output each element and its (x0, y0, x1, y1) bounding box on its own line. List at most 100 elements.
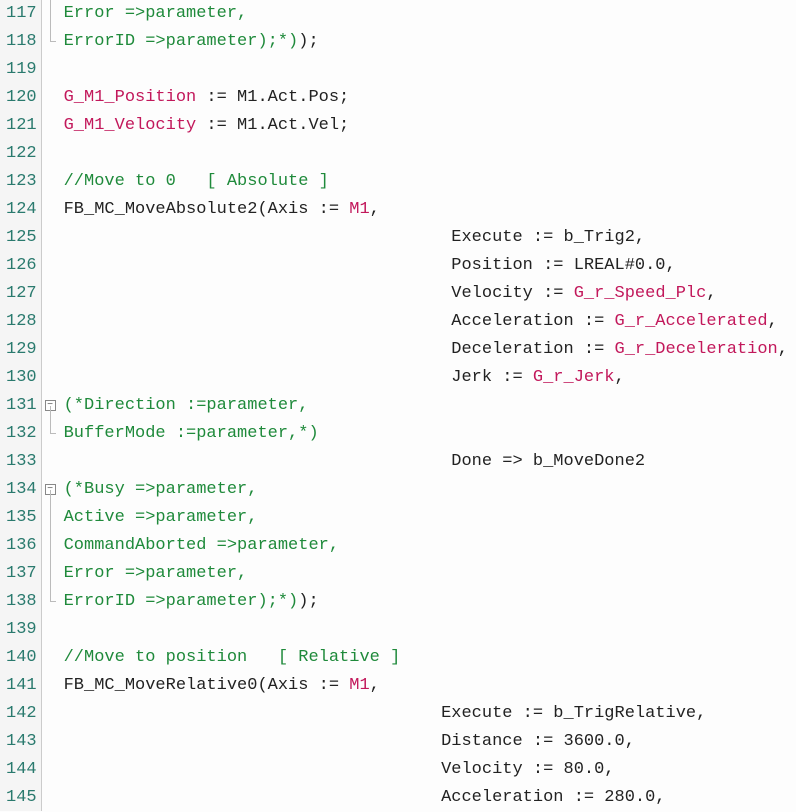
fold-cell (42, 140, 60, 168)
line-number: 126 (0, 252, 41, 280)
token-text: , (615, 368, 625, 387)
token-comment: Error =>parameter, (64, 4, 248, 23)
token-identifier: G_M1_Position (64, 88, 197, 107)
token-text: Done => b_MoveDone2 (64, 452, 646, 471)
fold-cell (42, 224, 60, 252)
code-line[interactable]: //Move to 0 [ Absolute ] (64, 168, 796, 196)
code-line[interactable]: (*Busy =>parameter, (64, 476, 796, 504)
token-text: Velocity := 80.0, (64, 760, 615, 779)
token-identifier: G_M1_Velocity (64, 116, 197, 135)
line-number: 117 (0, 0, 41, 28)
fold-cell (42, 28, 60, 56)
token-text: Position := LREAL#0.0, (64, 256, 676, 275)
token-comment: CommandAborted =>parameter, (64, 536, 339, 555)
fold-cell (42, 308, 60, 336)
code-line[interactable]: G_M1_Position := M1.Act.Pos; (64, 84, 796, 112)
line-number: 123 (0, 168, 41, 196)
token-text: , (778, 340, 788, 359)
fold-cell (42, 112, 60, 140)
code-line[interactable]: Active =>parameter, (64, 504, 796, 532)
token-text: ); (298, 592, 318, 611)
fold-cell (42, 56, 60, 84)
fold-cell (42, 0, 60, 28)
fold-cell (42, 784, 60, 812)
fold-cell (42, 728, 60, 756)
fold-cell (42, 252, 60, 280)
code-line[interactable]: ErrorID =>parameter);*)); (64, 588, 796, 616)
code-line[interactable]: Acceleration := 280.0, (64, 784, 796, 812)
code-line[interactable]: Position := LREAL#0.0, (64, 252, 796, 280)
line-number: 127 (0, 280, 41, 308)
token-text: := M1.Act.Vel; (196, 116, 349, 135)
token-comment: //Move to 0 [ Absolute ] (64, 172, 329, 191)
token-identifier: G_r_Jerk (533, 368, 615, 387)
fold-cell: − (42, 476, 60, 504)
fold-cell (42, 616, 60, 644)
token-identifier: M1 (349, 200, 369, 219)
code-line[interactable]: FB_MC_MoveRelative0(Axis := M1, (64, 672, 796, 700)
code-line[interactable] (64, 616, 796, 644)
fold-cell (42, 448, 60, 476)
token-text: Acceleration := (64, 312, 615, 331)
code-line[interactable]: Execute := b_Trig2, (64, 224, 796, 252)
code-line[interactable]: Velocity := 80.0, (64, 756, 796, 784)
code-line[interactable]: Error =>parameter, (64, 560, 796, 588)
code-line[interactable]: FB_MC_MoveAbsolute2(Axis := M1, (64, 196, 796, 224)
code-line[interactable]: Acceleration := G_r_Accelerated, (64, 308, 796, 336)
token-text: FB_MC_MoveAbsolute2(Axis := (64, 200, 350, 219)
line-number: 145 (0, 784, 41, 812)
fold-cell (42, 588, 60, 616)
line-number: 122 (0, 140, 41, 168)
token-text: := M1.Act.Pos; (196, 88, 349, 107)
fold-cell (42, 196, 60, 224)
code-editor[interactable]: 1171181191201211221231241251261271281291… (0, 0, 796, 811)
code-area[interactable]: Error =>parameter, ErrorID =>parameter);… (60, 0, 796, 811)
code-line[interactable]: Done => b_MoveDone2 (64, 448, 796, 476)
token-identifier: M1 (349, 676, 369, 695)
line-number: 143 (0, 728, 41, 756)
token-text: , (370, 676, 380, 695)
token-text: FB_MC_MoveRelative0(Axis := (64, 676, 350, 695)
token-text: Distance := 3600.0, (64, 732, 635, 751)
line-number: 137 (0, 560, 41, 588)
code-line[interactable]: G_M1_Velocity := M1.Act.Vel; (64, 112, 796, 140)
line-number: 118 (0, 28, 41, 56)
token-comment: //Move to position [ Relative ] (64, 648, 401, 667)
code-line[interactable]: BufferMode :=parameter,*) (64, 420, 796, 448)
fold-cell: − (42, 392, 60, 420)
token-identifier: G_r_Deceleration (615, 340, 778, 359)
code-line[interactable]: //Move to position [ Relative ] (64, 644, 796, 672)
code-line[interactable]: (*Direction :=parameter, (64, 392, 796, 420)
token-text: , (370, 200, 380, 219)
token-text: , (706, 284, 716, 303)
code-line[interactable]: ErrorID =>parameter);*)); (64, 28, 796, 56)
token-text: ); (298, 32, 318, 51)
line-number-gutter: 1171181191201211221231241251261271281291… (0, 0, 42, 811)
token-comment: ErrorID =>parameter);*) (64, 592, 299, 611)
code-line[interactable]: Velocity := G_r_Speed_Plc, (64, 280, 796, 308)
line-number: 141 (0, 672, 41, 700)
line-number: 131 (0, 392, 41, 420)
code-line[interactable] (64, 140, 796, 168)
token-text: Velocity := (64, 284, 574, 303)
token-comment: ErrorID =>parameter);*) (64, 32, 299, 51)
code-line[interactable] (64, 56, 796, 84)
fold-cell (42, 560, 60, 588)
code-line[interactable]: Execute := b_TrigRelative, (64, 700, 796, 728)
code-line[interactable]: Deceleration := G_r_Deceleration, (64, 336, 796, 364)
token-comment: (*Busy =>parameter, (64, 480, 258, 499)
code-line[interactable]: Error =>parameter, (64, 0, 796, 28)
token-comment: (*Direction :=parameter, (64, 396, 309, 415)
token-comment: Active =>parameter, (64, 508, 258, 527)
line-number: 140 (0, 644, 41, 672)
fold-cell (42, 84, 60, 112)
token-text: Jerk := (64, 368, 533, 387)
code-line[interactable]: CommandAborted =>parameter, (64, 532, 796, 560)
code-line[interactable]: Distance := 3600.0, (64, 728, 796, 756)
fold-cell (42, 532, 60, 560)
fold-cell (42, 364, 60, 392)
code-line[interactable]: Jerk := G_r_Jerk, (64, 364, 796, 392)
line-number: 119 (0, 56, 41, 84)
fold-cell (42, 700, 60, 728)
line-number: 120 (0, 84, 41, 112)
